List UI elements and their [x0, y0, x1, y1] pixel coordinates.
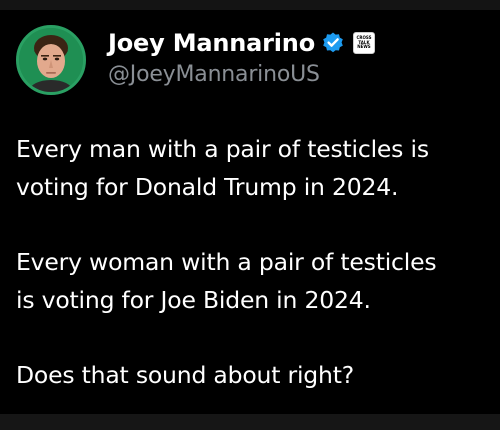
verified-badge-icon[interactable]: [321, 31, 345, 55]
author-name-row: Joey Mannarino CROSS TALK NEWS: [108, 28, 375, 58]
top-edge: [0, 0, 500, 10]
display-name[interactable]: Joey Mannarino: [108, 29, 315, 57]
post-card: Joey Mannarino CROSS TALK NEWS @JoeyMann…: [0, 10, 500, 414]
profile-photo-icon: [19, 28, 83, 92]
bottom-edge: [0, 414, 500, 430]
post-line: voting for Donald Trump in 2024.: [16, 173, 399, 201]
affiliate-badge[interactable]: CROSS TALK NEWS: [352, 32, 375, 54]
author-handle[interactable]: @JoeyMannarinoUS: [108, 62, 320, 87]
post-paragraph-3: Does that sound about right?: [16, 356, 496, 394]
post-line: is voting for Joe Biden in 2024.: [16, 286, 371, 314]
post-line: Every man with a pair of testicles is: [16, 135, 429, 163]
avatar[interactable]: [16, 25, 86, 95]
post-line: Does that sound about right?: [16, 361, 354, 389]
post-paragraph-2: Every woman with a pair of testicles is …: [16, 243, 496, 319]
post-paragraph-1: Every man with a pair of testicles is vo…: [16, 130, 496, 206]
post-line: Every woman with a pair of testicles: [16, 248, 437, 276]
affiliate-badge-label: CROSS TALK NEWS: [356, 35, 372, 50]
